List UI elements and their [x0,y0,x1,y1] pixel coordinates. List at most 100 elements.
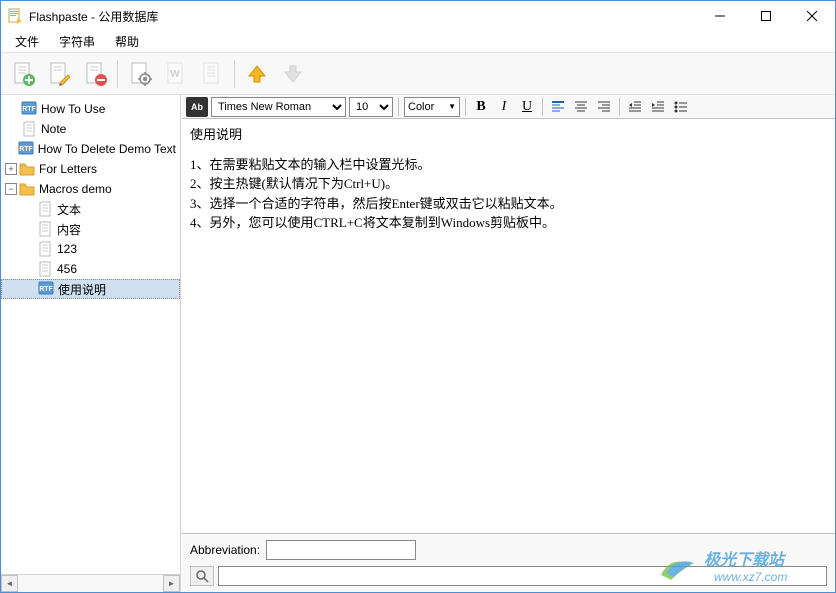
editor-body: 1、在需要粘贴文本的输入栏中设置光标。2、按主热键(默认情况下为Ctrl+U)。… [190,155,827,233]
tree-label: For Letters [39,162,97,176]
close-button[interactable] [789,1,835,31]
size-select[interactable]: 10 [349,97,393,117]
bold-button[interactable]: B [471,97,491,117]
tree-label: 内容 [57,221,81,238]
move-up-button[interactable] [241,58,273,90]
scroll-left-button[interactable]: ◄ [1,575,18,592]
rtf-icon: RTF [38,281,54,297]
expand-icon[interactable]: + [5,163,17,175]
edit-button[interactable] [43,58,75,90]
tree-label: 123 [57,242,77,256]
search-row [190,566,827,586]
indent-button[interactable] [648,97,668,117]
search-button[interactable] [190,566,214,586]
editor-line: 3、选择一个合适的字符串，然后按Enter键或双击它以粘贴文本。 [190,194,827,214]
content-area: Ab Times New Roman 10 Color ▼ B I U [181,95,835,592]
minimize-button[interactable] [697,1,743,31]
format-separator [465,98,466,116]
editor-line: 2、按主热键(默认情况下为Ctrl+U)。 [190,174,827,194]
tree-node[interactable]: 内容 [1,219,180,239]
tree-label: 使用说明 [58,281,106,298]
svg-text:RTF: RTF [19,146,33,153]
menu-string[interactable]: 字符串 [49,31,105,52]
menu-help[interactable]: 帮助 [105,31,149,52]
main-toolbar: W [1,53,835,95]
align-right-button[interactable] [594,97,614,117]
scroll-track[interactable] [18,575,163,592]
main-area: RTF How To Use Note RTF How To Delete Demo T… [1,95,835,592]
bottom-panel: Abbreviation: [182,533,835,592]
tree-node[interactable]: RTF 使用说明 [1,279,180,299]
align-left-button[interactable] [548,97,568,117]
folder-icon [19,161,35,177]
tree-label: How To Delete Demo Text [38,142,176,156]
color-select[interactable]: Color ▼ [404,97,460,117]
app-icon [7,8,23,24]
abbreviation-input[interactable] [266,540,416,560]
italic-button[interactable]: I [494,97,514,117]
tree-label: 456 [57,262,77,276]
doc-icon [37,261,53,277]
tree-label: Macros demo [39,182,112,196]
menubar: 文件 字符串 帮助 [1,31,835,53]
toolbar-separator [117,60,118,88]
svg-text:W: W [170,69,180,80]
tree-node[interactable]: RTF How To Use [1,99,180,119]
text-style-button[interactable]: Ab [186,97,208,117]
editor-line: 4、另外，您可以使用CTRL+C将文本复制到Windows剪贴板中。 [190,213,827,233]
tree-node[interactable]: + For Letters [1,159,180,179]
rtf-icon: RTF [18,141,34,157]
toolbar-separator [234,60,235,88]
format-separator [619,98,620,116]
settings-button[interactable] [124,58,156,90]
window-title: Flashpaste - 公用数据库 [29,8,697,25]
tree-node[interactable]: 123 [1,239,180,259]
search-input[interactable] [218,566,827,586]
titlebar: Flashpaste - 公用数据库 [1,1,835,31]
align-center-button[interactable] [571,97,591,117]
word-button[interactable]: W [160,58,192,90]
new-button[interactable] [7,58,39,90]
delete-button[interactable] [79,58,111,90]
editor[interactable]: 使用说明 1、在需要粘贴文本的输入栏中设置光标。2、按主热键(默认情况下为Ctr… [182,119,835,533]
doc-icon [21,121,37,137]
tree-node[interactable]: − Macros demo [1,179,180,199]
move-down-button[interactable] [277,58,309,90]
outdent-button[interactable] [625,97,645,117]
app-window: Flashpaste - 公用数据库 文件 字符串 帮助 W [0,0,836,593]
doc-icon [37,201,53,217]
tree-label: 文本 [57,201,81,218]
svg-text:RTF: RTF [22,106,36,113]
abbreviation-label: Abbreviation: [190,543,260,557]
editor-line: 1、在需要粘贴文本的输入栏中设置光标。 [190,155,827,175]
collapse-icon[interactable]: − [5,183,17,195]
scroll-right-button[interactable]: ► [163,575,180,592]
sidebar-scrollbar[interactable]: ◄ ► [1,574,180,592]
underline-button[interactable]: U [517,97,537,117]
tree-view[interactable]: RTF How To Use Note RTF How To Delete Demo T… [1,95,180,574]
font-select[interactable]: Times New Roman [211,97,346,117]
menu-file[interactable]: 文件 [5,31,49,52]
folder-icon [19,181,35,197]
text-button[interactable] [196,58,228,90]
tree-node[interactable]: RTF How To Delete Demo Text [1,139,180,159]
window-controls [697,1,835,31]
tree-node[interactable]: Note [1,119,180,139]
color-label: Color [408,101,434,113]
tree-node[interactable]: 文本 [1,199,180,219]
format-toolbar: Ab Times New Roman 10 Color ▼ B I U [182,95,835,119]
tree-label: Note [41,122,66,136]
format-separator [398,98,399,116]
sidebar: RTF How To Use Note RTF How To Delete Demo T… [1,95,181,592]
doc-icon [37,241,53,257]
tree-label: How To Use [41,102,105,116]
svg-text:RTF: RTF [39,286,53,293]
doc-icon [37,221,53,237]
abbreviation-row: Abbreviation: [190,540,827,560]
list-button[interactable] [671,97,691,117]
tree-node[interactable]: 456 [1,259,180,279]
maximize-button[interactable] [743,1,789,31]
editor-title: 使用说明 [190,125,827,145]
rtf-icon: RTF [21,101,37,117]
format-separator [542,98,543,116]
